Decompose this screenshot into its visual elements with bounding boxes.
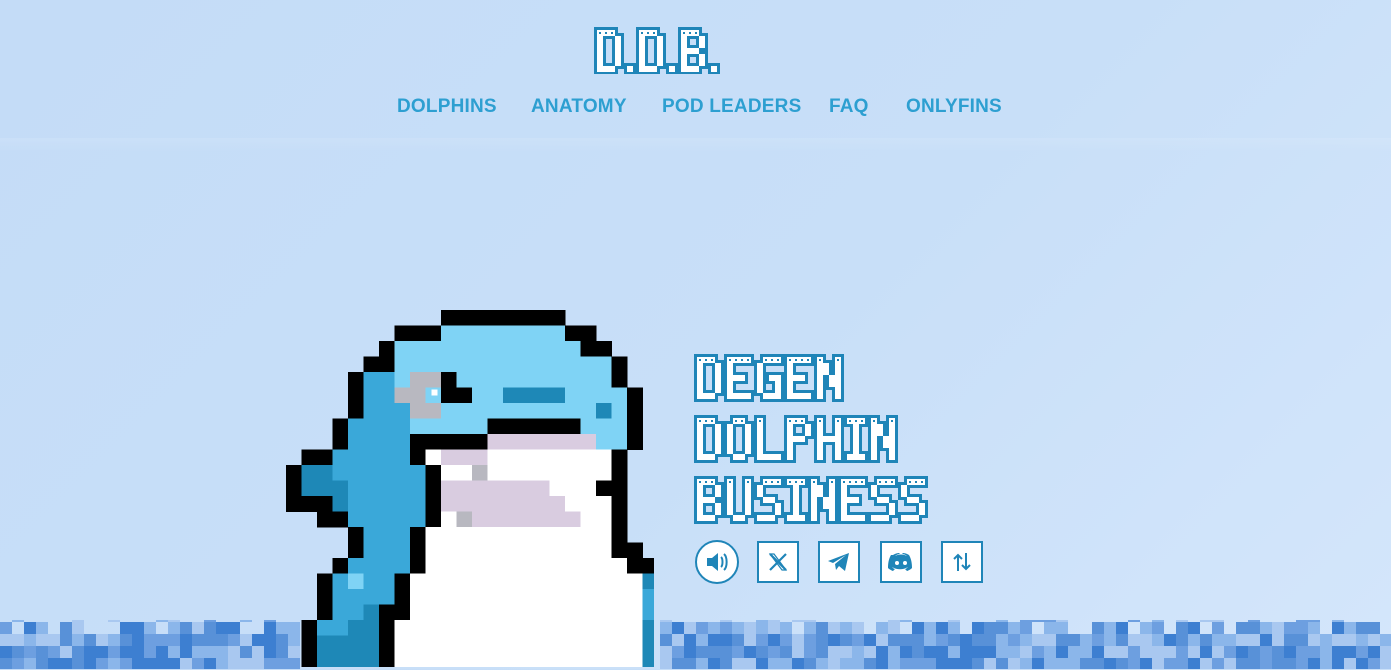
nav-anatomy[interactable]: ANATOMY (531, 96, 627, 118)
glyph-dot (666, 63, 678, 74)
discord-icon (888, 553, 912, 571)
dex-chart-link-button[interactable] (941, 541, 983, 583)
glyph-p (784, 415, 814, 463)
glyph-h (814, 415, 844, 463)
glyph-dot (708, 63, 720, 74)
glyph-g (754, 354, 784, 402)
x-link-button[interactable] (757, 541, 799, 583)
pixel-water-decoration (0, 620, 1391, 669)
glyph-i (844, 415, 868, 463)
glyph-b (694, 476, 724, 524)
glyph-l (754, 415, 784, 463)
hero-title (694, 354, 928, 524)
glyph-n (868, 415, 898, 463)
glyph-u (724, 476, 754, 524)
glyph-d (594, 27, 624, 74)
glyph-n (808, 476, 838, 524)
telegram-link-button[interactable] (818, 541, 860, 583)
glyph-s (868, 476, 898, 524)
glyph-e (838, 476, 868, 524)
glyph-s (754, 476, 784, 524)
discord-link-button[interactable] (880, 541, 922, 583)
glyph-e (784, 354, 814, 402)
glyph-s (898, 476, 928, 524)
x-icon (768, 553, 788, 571)
nav-faq[interactable]: FAQ (829, 96, 869, 118)
glyph-n (814, 354, 844, 402)
telegram-icon (828, 553, 849, 571)
dolphin-mascot-image (286, 310, 654, 667)
glyph-b (678, 27, 708, 74)
glyph-d (694, 415, 724, 463)
glyph-o (724, 415, 754, 463)
glyph-d (694, 354, 724, 402)
speaker-icon (707, 553, 728, 571)
dex-icon (953, 553, 971, 571)
glyph-e (724, 354, 754, 402)
nav-onlyfins[interactable]: ONLYFINS (906, 96, 1002, 118)
sound-toggle-button[interactable] (695, 540, 739, 584)
logo[interactable] (593, 26, 798, 74)
glyph-d (636, 27, 666, 74)
nav-dolphins[interactable]: DOLPHINS (397, 96, 497, 118)
glyph-dot (624, 63, 636, 74)
nav-pod-leaders[interactable]: POD LEADERS (662, 96, 801, 118)
glyph-i (784, 476, 808, 524)
nav-divider (0, 138, 1391, 152)
